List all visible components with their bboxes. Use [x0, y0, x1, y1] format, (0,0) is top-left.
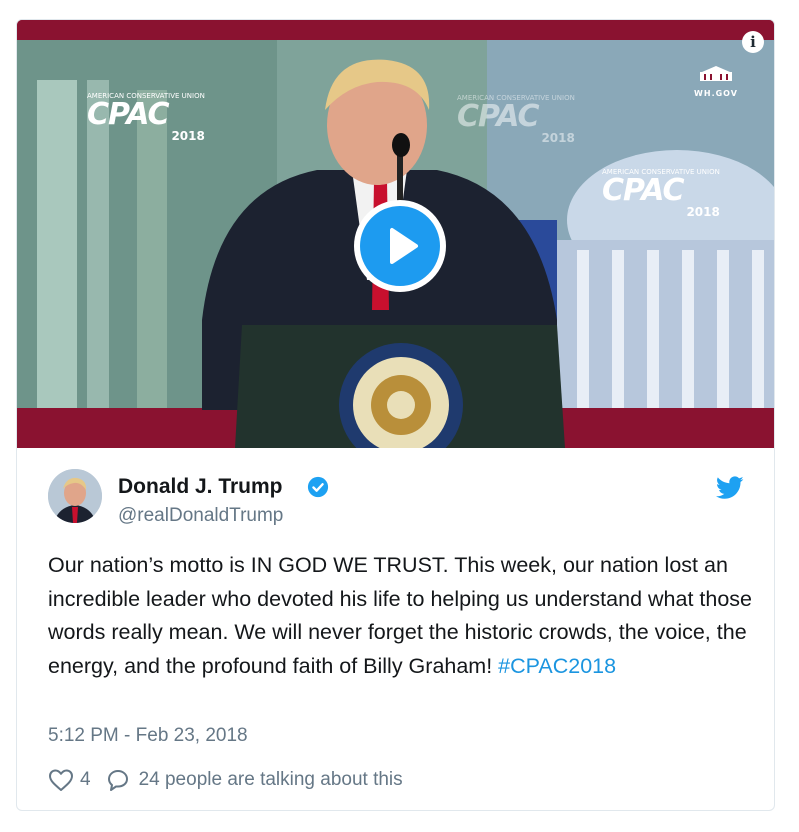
white-house-icon — [700, 66, 732, 81]
play-icon — [390, 228, 418, 264]
like-count[interactable]: 4 — [80, 769, 91, 791]
comment-icon[interactable] — [105, 768, 131, 792]
tweet-timestamp[interactable]: 5:12 PM - Feb 23, 2018 — [48, 725, 248, 747]
embedded-tweet-card: American Conservative Union CPAC 2018 Am… — [16, 19, 775, 811]
heart-icon[interactable] — [48, 768, 74, 792]
video-player[interactable]: American Conservative Union CPAC 2018 Am… — [17, 20, 774, 448]
conversation-link[interactable]: 24 people are talking about this — [139, 769, 403, 791]
play-button[interactable] — [354, 200, 446, 292]
tweet-actions: 4 24 people are talking about this — [48, 765, 403, 795]
twitter-bird-icon[interactable] — [716, 476, 744, 500]
hashtag-link[interactable]: #CPAC2018 — [498, 654, 616, 678]
info-icon[interactable]: i — [742, 31, 764, 53]
cpac-logo: American Conservative Union CPAC 2018 — [87, 92, 205, 143]
author-display-name[interactable]: Donald J. Trump — [118, 475, 283, 499]
tweet-text: Our nation’s motto is IN GOD WE TRUST. T… — [48, 549, 760, 683]
avatar-image — [48, 469, 102, 523]
cpac-logo: American Conservative Union CPAC 2018 — [602, 168, 720, 219]
avatar[interactable] — [48, 469, 102, 523]
tweet-body: Our nation’s motto is IN GOD WE TRUST. T… — [48, 553, 752, 678]
white-house-watermark: WH.GOV — [686, 66, 746, 106]
author-handle[interactable]: @realDonaldTrump — [118, 505, 283, 527]
verified-icon — [307, 476, 329, 498]
cpac-logo: American Conservative Union CPAC 2018 — [457, 94, 575, 145]
